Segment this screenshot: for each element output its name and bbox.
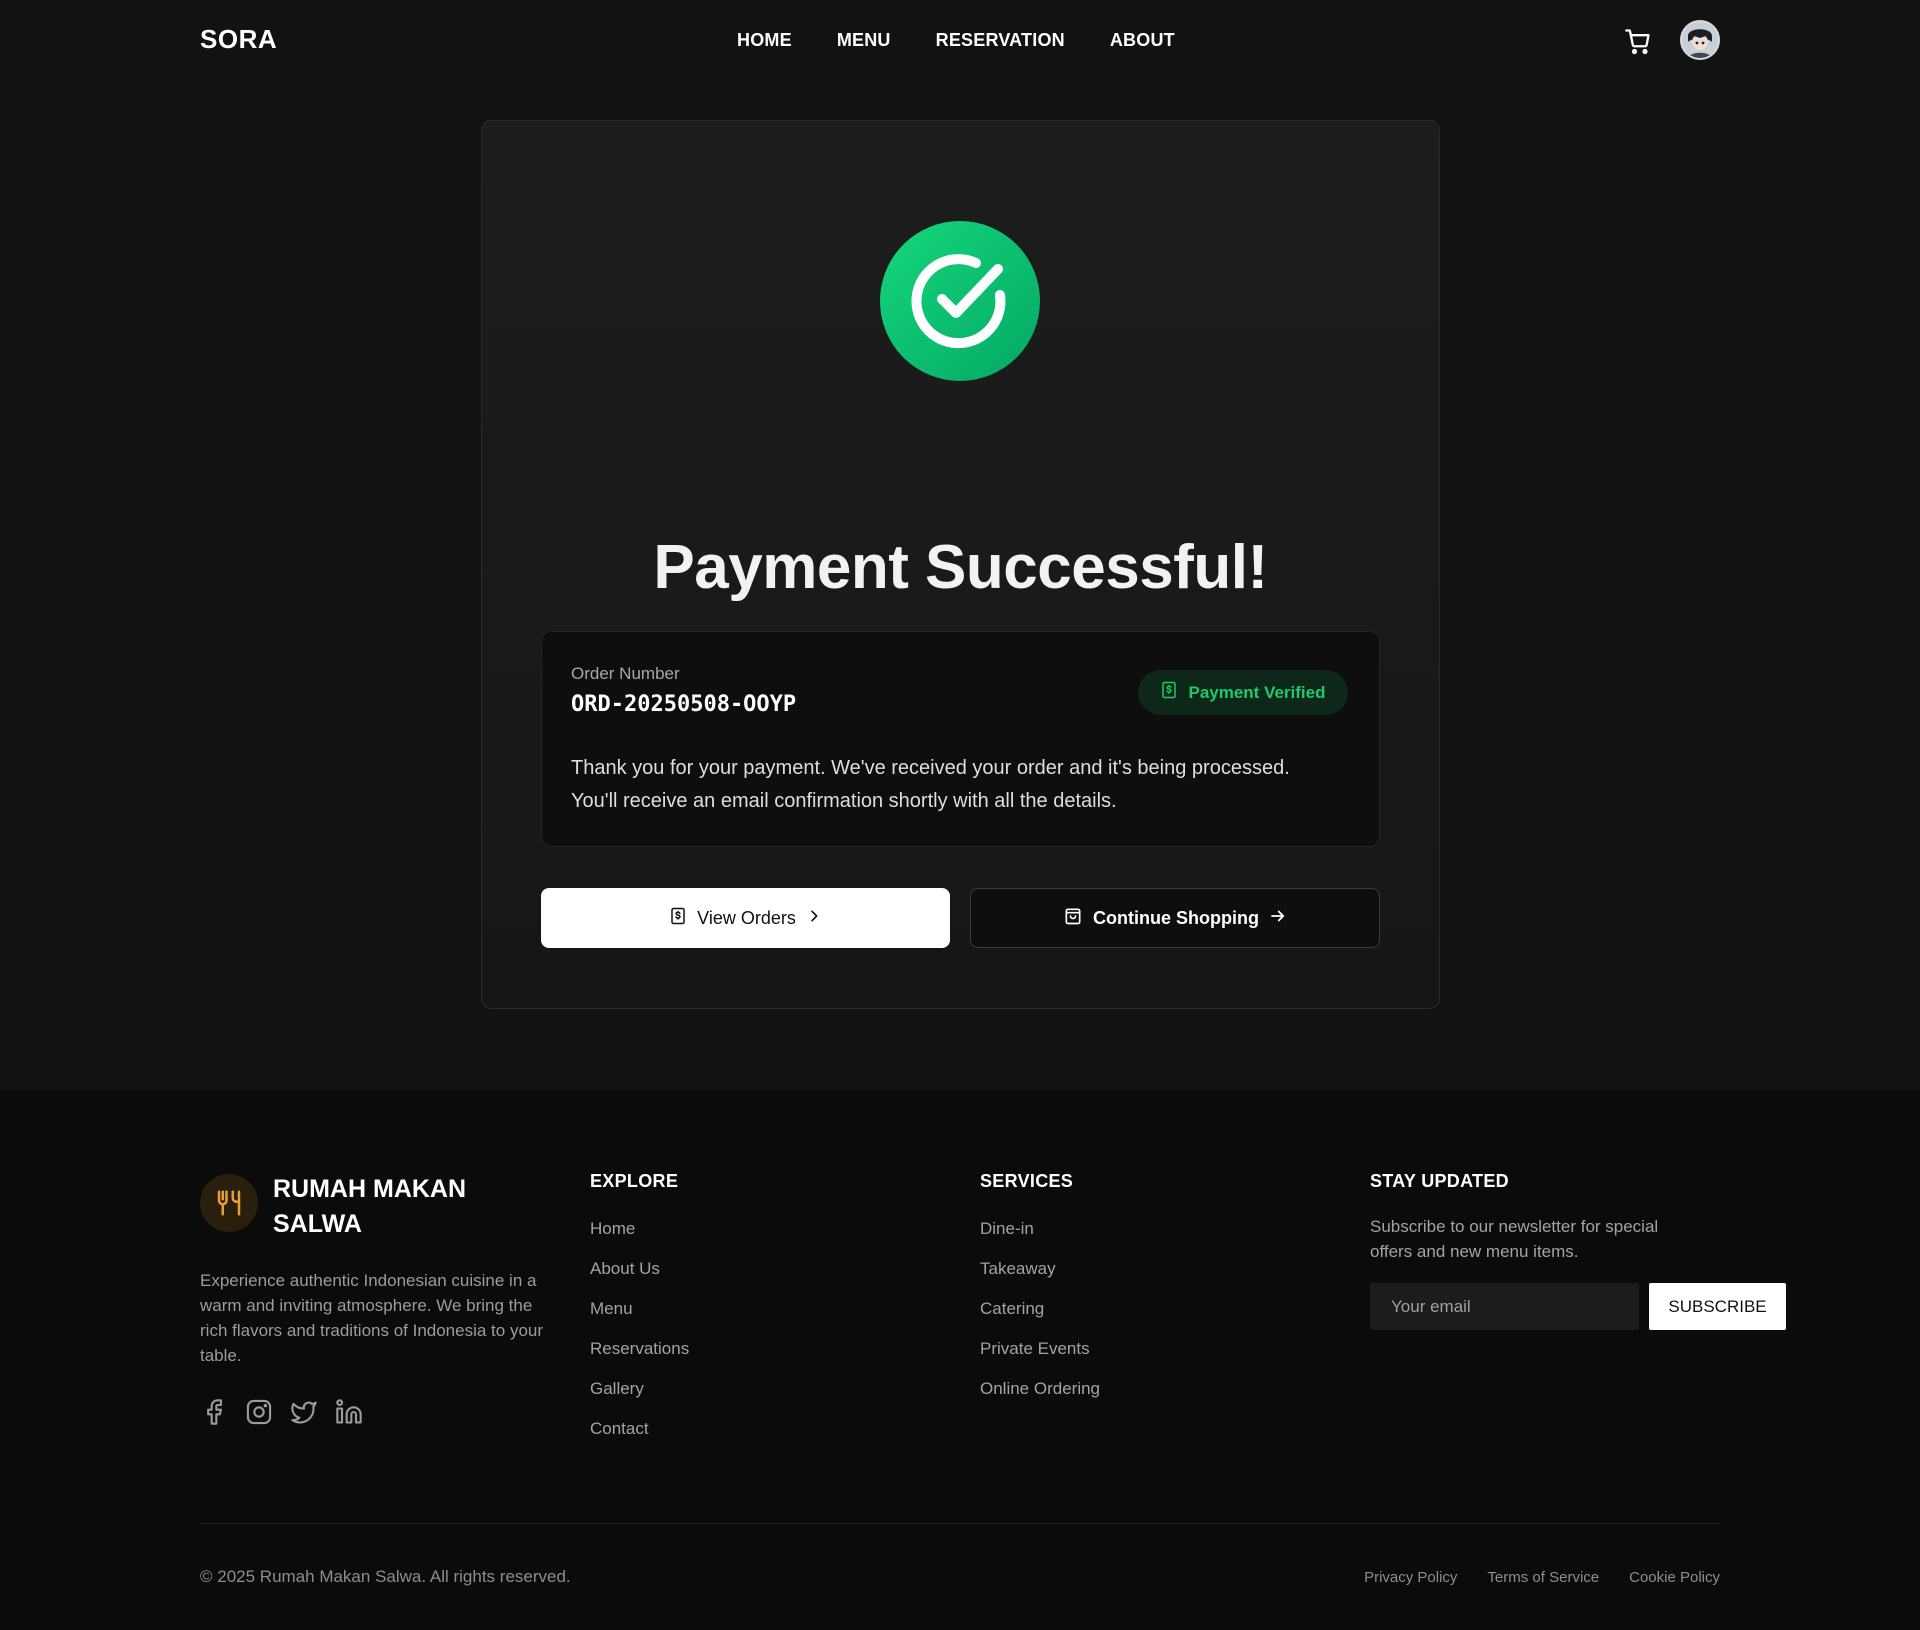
footer-divider [200, 1523, 1720, 1524]
continue-shopping-button[interactable]: Continue Shopping [970, 888, 1380, 948]
nav-about[interactable]: ABOUT [1110, 30, 1175, 51]
newsletter-description: Subscribe to our newsletter for special … [1370, 1217, 1659, 1261]
utensils-icon [200, 1174, 258, 1232]
copyright-text: © 2025 Rumah Makan Salwa. All rights res… [200, 1567, 571, 1586]
footer-link-private-events[interactable]: Private Events [980, 1329, 1100, 1369]
page-title: Payment Successful! [653, 533, 1268, 602]
site-logo[interactable]: SORA [200, 24, 277, 55]
privacy-policy-link[interactable]: Privacy Policy [1364, 1569, 1457, 1586]
status-badge: Payment Verified [1138, 670, 1348, 715]
main-nav: HOME MENU RESERVATION ABOUT [737, 30, 1175, 51]
instagram-icon[interactable] [245, 1398, 273, 1426]
continue-shopping-label: Continue Shopping [1093, 907, 1259, 928]
footer-link-takeaway[interactable]: Takeaway [980, 1249, 1100, 1289]
view-orders-button[interactable]: View Orders [541, 888, 950, 948]
receipt-icon [1160, 681, 1178, 704]
nav-home[interactable]: HOME [737, 30, 792, 51]
confirmation-line-1: Thank you for your payment. We've receiv… [571, 757, 1290, 779]
footer-brand-description: Experience authentic Indonesian cuisine … [200, 1271, 544, 1365]
footer-link-dine-in[interactable]: Dine-in [980, 1209, 1100, 1249]
linkedin-icon[interactable] [335, 1398, 363, 1426]
terms-of-service-link[interactable]: Terms of Service [1487, 1569, 1599, 1586]
view-orders-label: View Orders [697, 907, 796, 928]
confirmation-message: Thank you for your payment. We've receiv… [571, 752, 1361, 818]
twitter-icon[interactable] [290, 1398, 318, 1426]
footer-services-title: SERVICES [980, 1171, 1074, 1191]
footer-link-contact[interactable]: Contact [590, 1409, 689, 1449]
order-number-value: ORD-20250508-OOYP [571, 692, 797, 717]
confirmation-line-2: You'll receive an email confirmation sho… [571, 790, 1117, 812]
footer-link-menu[interactable]: Menu [590, 1289, 689, 1329]
footer-explore-title: EXPLORE [590, 1171, 679, 1191]
receipt-icon [669, 907, 687, 930]
cart-icon[interactable] [1624, 27, 1652, 55]
cookie-policy-link[interactable]: Cookie Policy [1629, 1569, 1720, 1586]
footer-link-about-us[interactable]: About Us [590, 1249, 689, 1289]
footer-explore-list: Home About Us Menu Reservations Gallery … [590, 1209, 689, 1449]
footer-link-catering[interactable]: Catering [980, 1289, 1100, 1329]
badge-label: Payment Verified [1188, 682, 1326, 702]
nav-reservation[interactable]: RESERVATION [936, 30, 1065, 51]
footer-link-home[interactable]: Home [590, 1209, 689, 1249]
chevron-right-icon [806, 908, 822, 929]
footer-link-gallery[interactable]: Gallery [590, 1369, 689, 1409]
footer-brand-name: RUMAH MAKAN SALWA [273, 1175, 467, 1238]
top-navbar: SORA HOME MENU RESERVATION ABOUT [0, 0, 1920, 80]
footer-link-reservations[interactable]: Reservations [590, 1329, 689, 1369]
newsletter-email-input[interactable] [1370, 1283, 1639, 1330]
footer-newsletter-title: STAY UPDATED [1370, 1171, 1509, 1191]
user-avatar[interactable] [1680, 20, 1720, 60]
check-circle-icon [880, 221, 1040, 381]
footer-link-online-ordering[interactable]: Online Ordering [980, 1369, 1100, 1409]
facebook-icon[interactable] [200, 1398, 228, 1426]
nav-menu[interactable]: MENU [837, 30, 891, 51]
social-links [200, 1398, 363, 1426]
footer-services-list: Dine-in Takeaway Catering Private Events… [980, 1209, 1100, 1409]
order-number-label: Order Number [571, 664, 680, 683]
shopping-bag-icon [1063, 906, 1083, 931]
subscribe-button[interactable]: SUBSCRIBE [1649, 1283, 1786, 1330]
arrow-right-icon [1269, 907, 1287, 930]
legal-links: Privacy Policy Terms of Service Cookie P… [1364, 1569, 1720, 1586]
